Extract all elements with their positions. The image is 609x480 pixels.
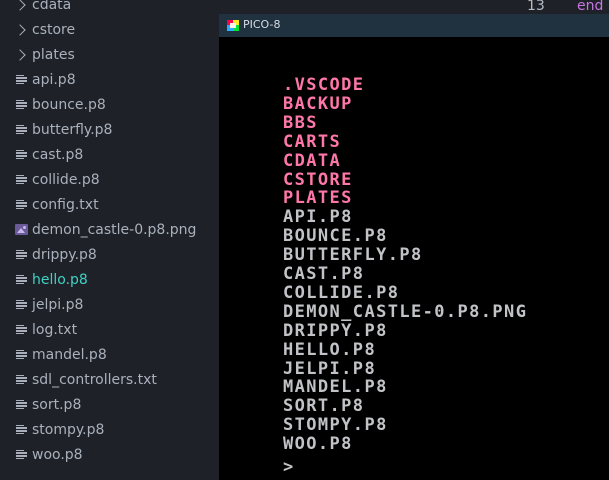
chevron-right-icon bbox=[13, 48, 28, 62]
file-lines-icon bbox=[14, 348, 28, 362]
file-item[interactable]: collide.p8 bbox=[0, 167, 219, 192]
pico8-console-screen[interactable]: .vscode backup bbs carts cdata cstore plates ap… bbox=[219, 37, 609, 480]
listing-file: butterfly.p8 bbox=[283, 245, 423, 266]
file-lines-icon bbox=[14, 323, 28, 337]
listing-file: bounce.p8 bbox=[283, 226, 388, 247]
listing-directory: cstore bbox=[283, 169, 353, 190]
file-item[interactable]: mandel.p8 bbox=[0, 342, 219, 367]
item-label: config.txt bbox=[32, 196, 99, 213]
file-item[interactable]: sdl_controllers.txt bbox=[0, 367, 219, 392]
file-lines-icon bbox=[14, 148, 28, 162]
image-file-icon bbox=[14, 223, 28, 237]
file-item[interactable]: log.txt bbox=[0, 317, 219, 342]
file-lines-icon bbox=[14, 248, 28, 262]
listing-file: stompy.p8 bbox=[283, 415, 388, 436]
listing-directory: plates bbox=[283, 188, 353, 209]
item-label: api.p8 bbox=[32, 71, 76, 88]
window-titlebar[interactable]: PICO-8 bbox=[219, 14, 609, 37]
file-item[interactable]: jelpi.p8 bbox=[0, 292, 219, 317]
file-item[interactable]: hello.p8 bbox=[0, 267, 219, 292]
listing-directory: carts bbox=[283, 131, 342, 152]
item-label: demon_castle-0.p8.png bbox=[32, 221, 197, 238]
file-lines-icon bbox=[14, 298, 28, 312]
command-prompt[interactable]: > bbox=[283, 457, 293, 477]
file-lines-icon bbox=[14, 123, 28, 137]
item-label: cdata bbox=[32, 0, 72, 13]
file-lines-icon bbox=[14, 273, 28, 287]
file-lines-icon bbox=[14, 373, 28, 387]
folder-item[interactable]: cstore bbox=[0, 17, 219, 42]
file-lines-icon bbox=[14, 398, 28, 412]
item-label: bounce.p8 bbox=[32, 96, 106, 113]
file-item[interactable]: stompy.p8 bbox=[0, 417, 219, 442]
file-item[interactable]: config.txt bbox=[0, 192, 219, 217]
editor-code-line: 13 end bbox=[219, 0, 609, 14]
listing-file: mandel.p8 bbox=[283, 377, 388, 398]
file-lines-icon bbox=[14, 173, 28, 187]
listing-file: cast.p8 bbox=[283, 264, 365, 284]
file-item[interactable]: demon_castle-0.p8.png bbox=[0, 217, 219, 242]
listing-file: demon_castle-0.p8.png bbox=[283, 301, 528, 322]
file-item[interactable]: sort.p8 bbox=[0, 392, 219, 417]
item-label: cast.p8 bbox=[32, 146, 84, 163]
item-label: plates bbox=[32, 46, 75, 63]
file-lines-icon bbox=[14, 98, 28, 112]
item-label: hello.p8 bbox=[32, 271, 88, 288]
item-label: sdl_controllers.txt bbox=[32, 371, 157, 388]
listing-file: sort.p8 bbox=[283, 396, 365, 417]
item-label: collide.p8 bbox=[32, 171, 100, 188]
file-lines-icon bbox=[14, 448, 28, 462]
file-lines-icon bbox=[14, 423, 28, 437]
folder-item[interactable]: cdata bbox=[0, 0, 219, 17]
file-item[interactable]: butterfly.p8 bbox=[0, 117, 219, 142]
item-label: woo.p8 bbox=[32, 446, 83, 463]
listing-directory: .vscode bbox=[283, 75, 365, 95]
item-label: butterfly.p8 bbox=[32, 121, 113, 138]
item-label: sort.p8 bbox=[32, 396, 82, 413]
item-label: jelpi.p8 bbox=[32, 296, 84, 313]
listing-directory: bbs bbox=[283, 112, 318, 133]
listing-directory: cdata bbox=[283, 150, 342, 171]
code-keyword: end bbox=[577, 0, 604, 14]
pico8-window[interactable]: PICO-8 .vscode backup bbs carts cdata cstore p… bbox=[219, 14, 609, 480]
window-title: PICO-8 bbox=[243, 18, 281, 31]
pico8-app-icon bbox=[227, 20, 239, 31]
listing-file: hello.p8 bbox=[283, 339, 377, 360]
item-label: cstore bbox=[32, 21, 76, 38]
file-lines-icon bbox=[14, 73, 28, 87]
folder-item[interactable]: plates bbox=[0, 42, 219, 67]
line-number: 13 bbox=[527, 0, 545, 14]
item-label: drippy.p8 bbox=[32, 246, 97, 263]
chevron-right-icon bbox=[13, 23, 28, 37]
item-label: stompy.p8 bbox=[32, 421, 105, 438]
file-item[interactable]: api.p8 bbox=[0, 67, 219, 92]
listing-file: api.p8 bbox=[283, 207, 353, 228]
item-label: log.txt bbox=[32, 321, 78, 338]
file-explorer-sidebar: cdata cstore plates api.p8 bounce.p8 butterfl… bbox=[0, 0, 219, 480]
item-label: mandel.p8 bbox=[32, 346, 107, 363]
listing-file: jelpi.p8 bbox=[283, 358, 377, 379]
listing-file: collide.p8 bbox=[283, 282, 400, 303]
listing-file: drippy.p8 bbox=[283, 320, 388, 341]
listing-directory: backup bbox=[283, 93, 353, 114]
file-lines-icon bbox=[14, 198, 28, 212]
file-item[interactable]: woo.p8 bbox=[0, 442, 219, 467]
listing-file: woo.p8 bbox=[283, 434, 353, 455]
file-item[interactable]: bounce.p8 bbox=[0, 92, 219, 117]
file-item[interactable]: cast.p8 bbox=[0, 142, 219, 167]
chevron-right-icon bbox=[13, 0, 28, 12]
file-item[interactable]: drippy.p8 bbox=[0, 242, 219, 267]
